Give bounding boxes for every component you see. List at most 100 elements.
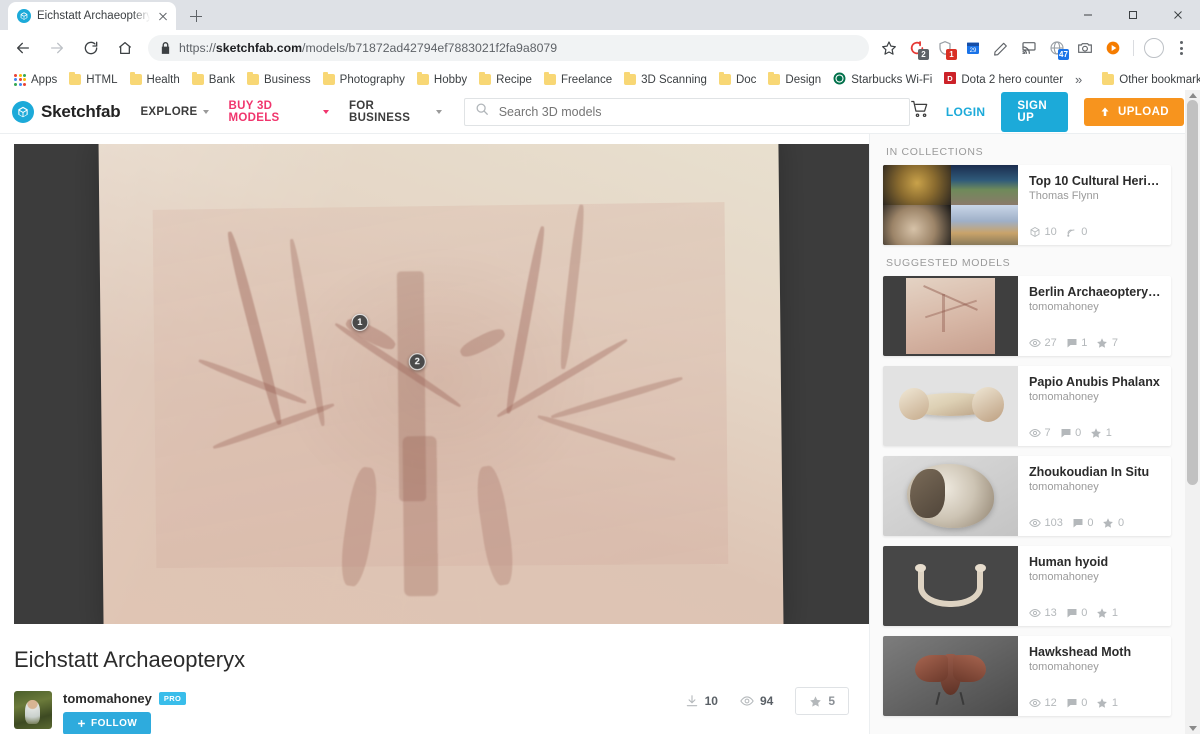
nav-item-buy-3d-models[interactable]: BUY 3D MODELS xyxy=(229,100,329,124)
upload-arrow-icon xyxy=(1099,106,1111,118)
comment-icon xyxy=(1060,427,1072,439)
folder-icon xyxy=(323,74,335,85)
bookmark-business[interactable]: Business xyxy=(241,72,317,88)
bookmark-3d-scanning[interactable]: 3D Scanning xyxy=(618,72,713,88)
cart-icon[interactable] xyxy=(910,99,930,124)
camera-icon[interactable] xyxy=(1072,35,1098,61)
like-value: 1 xyxy=(1106,427,1112,439)
menu-icon[interactable] xyxy=(1168,35,1194,61)
suggested-model-card[interactable]: Papio Anubis Phalanx tomomahoney 7 0 1 xyxy=(883,366,1171,446)
sketchfab-logo[interactable]: Sketchfab xyxy=(12,101,120,123)
upload-button[interactable]: UPLOAD xyxy=(1084,98,1184,126)
bookmark-html[interactable]: HTML xyxy=(63,72,123,88)
back-arrow-icon[interactable] xyxy=(9,34,37,62)
model-thumbnail xyxy=(883,366,1018,446)
reload-icon[interactable] xyxy=(77,34,105,62)
model-viewer[interactable]: 1 2 xyxy=(14,144,869,624)
bookmark-dota-2-hero-counter[interactable]: D Dota 2 hero counter xyxy=(938,70,1069,89)
bookmark-bank[interactable]: Bank xyxy=(186,72,241,88)
follower-count-value: 0 xyxy=(1081,226,1087,238)
model-info: Hawkshead Moth tomomahoney 12 0 1 xyxy=(1018,636,1171,716)
nav-item-explore[interactable]: EXPLORE xyxy=(140,106,208,118)
browser-tab[interactable]: Eichstatt Archaeopteryx - Downlo xyxy=(8,2,176,30)
adblock-icon[interactable]: 2 xyxy=(904,35,930,61)
bookmark-star-icon[interactable] xyxy=(876,35,902,61)
home-icon[interactable] xyxy=(111,34,139,62)
bookmark-starbucks-wifi[interactable]: Starbucks Wi-Fi xyxy=(827,70,938,90)
bookmark-other-bookmarks[interactable]: Other bookmarks xyxy=(1096,72,1200,88)
close-window-button[interactable] xyxy=(1155,0,1200,30)
cast-icon[interactable] xyxy=(1016,35,1042,61)
author-name[interactable]: tomomahoney xyxy=(63,691,152,706)
browser-window: Eichstatt Archaeopteryx - Downlo https:/ xyxy=(0,0,1200,734)
follow-button[interactable]: FOLLOW xyxy=(63,712,151,734)
annotation-number: 1 xyxy=(357,316,362,327)
minimize-button[interactable] xyxy=(1065,0,1110,30)
like-count: 1 xyxy=(1096,697,1118,709)
model-author: tomomahoney xyxy=(1029,301,1161,313)
bookmark-doc[interactable]: Doc xyxy=(713,72,762,88)
bookmark-photography[interactable]: Photography xyxy=(317,72,411,88)
bookmark-hobby[interactable]: Hobby xyxy=(411,72,473,88)
new-tab-button[interactable] xyxy=(182,2,210,30)
comment-value: 1 xyxy=(1081,337,1087,349)
folder-icon xyxy=(130,74,142,85)
pen-icon[interactable] xyxy=(988,35,1014,61)
eye-icon xyxy=(740,694,754,708)
bookmark-freelance[interactable]: Freelance xyxy=(538,72,618,88)
bookmarks-overflow-button[interactable]: » xyxy=(1069,72,1088,87)
suggested-model-card[interactable]: Hawkshead Moth tomomahoney 12 0 1 xyxy=(883,636,1171,716)
plus-icon xyxy=(77,719,86,728)
suggested-model-card[interactable]: Human hyoid tomomahoney 13 0 1 xyxy=(883,546,1171,626)
collection-card[interactable]: Top 10 Cultural Heritage... Thomas Flynn… xyxy=(883,165,1171,245)
search-input[interactable] xyxy=(497,104,899,120)
page-scrollbar[interactable] xyxy=(1185,90,1200,734)
suggested-model-card[interactable]: Berlin Archaeopteryx (D... tomomahoney 2… xyxy=(883,276,1171,356)
follower-count: 0 xyxy=(1066,226,1088,238)
login-button[interactable]: LOGIN xyxy=(946,105,986,119)
nav-item-for-business[interactable]: FOR BUSINESS xyxy=(349,100,442,124)
model-stats: 7 0 1 xyxy=(1029,427,1161,439)
folder-icon xyxy=(247,74,259,85)
like-value: 1 xyxy=(1112,697,1118,709)
scroll-down-icon[interactable] xyxy=(1189,726,1197,731)
search-box[interactable] xyxy=(464,98,910,126)
suggested-model-card[interactable]: Zhoukoudian In Situ tomomahoney 103 0 0 xyxy=(883,456,1171,536)
model-count-value: 10 xyxy=(1045,226,1057,238)
signup-button[interactable]: SIGN UP xyxy=(1001,92,1068,132)
address-bar[interactable]: https://sketchfab.com/models/b71872ad427… xyxy=(148,35,869,61)
like-button[interactable]: 5 xyxy=(795,687,849,715)
model-info: Zhoukoudian In Situ tomomahoney 103 0 0 xyxy=(1018,456,1171,536)
collections-section-label: IN COLLECTIONS xyxy=(886,146,1171,158)
model-author: tomomahoney xyxy=(1029,391,1161,403)
shield-icon[interactable]: 1 xyxy=(932,35,958,61)
bookmark-design[interactable]: Design xyxy=(762,72,827,88)
calendar-icon[interactable]: 29 xyxy=(960,35,986,61)
annotation-marker-1[interactable]: 1 xyxy=(351,313,368,330)
bookmark-label: Other bookmarks xyxy=(1119,74,1200,86)
maximize-button[interactable] xyxy=(1110,0,1155,30)
toolbar-extension-icons: 2 1 29 47 xyxy=(875,35,1194,61)
eye-icon xyxy=(1029,607,1041,619)
scroll-up-icon[interactable] xyxy=(1189,93,1197,98)
model-stats: 12 0 1 xyxy=(1029,697,1161,709)
forward-arrow-icon[interactable] xyxy=(43,34,71,62)
model-info: Berlin Archaeopteryx (D... tomomahoney 2… xyxy=(1018,276,1171,356)
lock-icon xyxy=(160,42,171,55)
scrollbar-thumb[interactable] xyxy=(1187,100,1198,485)
apps-grid-icon xyxy=(14,74,26,86)
bookmark-recipe[interactable]: Recipe xyxy=(473,72,538,88)
avatar[interactable] xyxy=(14,691,52,729)
view-count: 13 xyxy=(1029,607,1057,619)
bookmark-health[interactable]: Health xyxy=(124,72,186,88)
like-count: 0 xyxy=(1102,517,1124,529)
bookmark-label: Hobby xyxy=(434,74,467,86)
close-icon[interactable] xyxy=(156,9,170,23)
play-icon[interactable] xyxy=(1100,35,1126,61)
eye-icon xyxy=(1029,427,1041,439)
globe-icon[interactable]: 47 xyxy=(1044,35,1070,61)
comment-value: 0 xyxy=(1081,607,1087,619)
avatar[interactable] xyxy=(1141,35,1167,61)
eye-icon xyxy=(1029,337,1041,349)
bookmark-apps[interactable]: Apps xyxy=(8,72,63,88)
